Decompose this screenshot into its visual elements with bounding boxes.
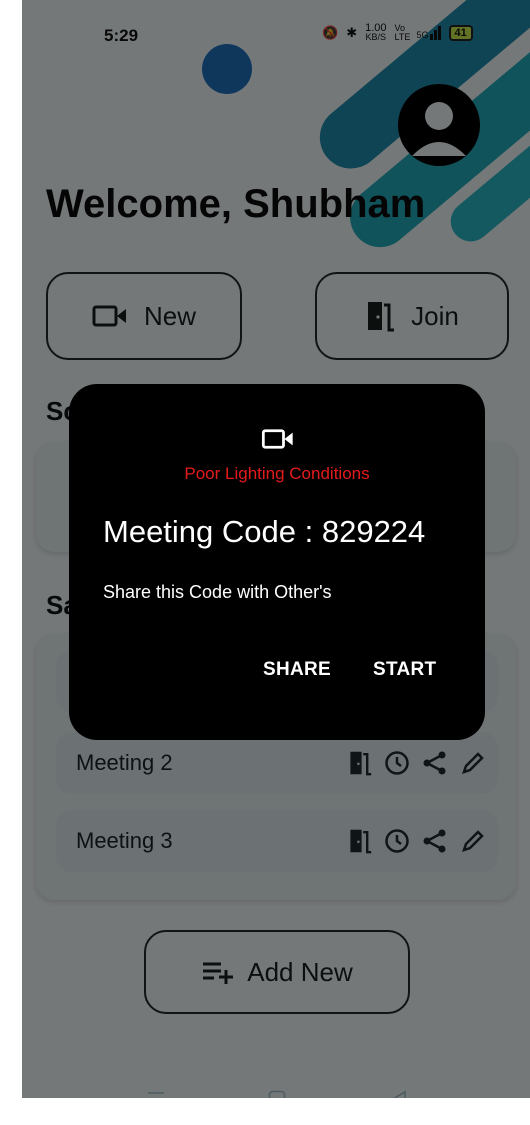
- meeting-code: Meeting Code : 829224: [103, 514, 426, 549]
- app-screen: 5:29 🔕 ✱ 1.00 KB/S Vo LTE 5G 41 Welcome,…: [22, 0, 530, 1098]
- share-hint: Share this Code with Other's: [103, 582, 332, 602]
- share-button[interactable]: SHARE: [263, 659, 331, 681]
- home-icon[interactable]: [268, 1090, 286, 1098]
- back-icon[interactable]: [390, 1090, 408, 1098]
- video-camera-icon: [261, 429, 293, 449]
- lighting-warning: Poor Lighting Conditions: [184, 464, 370, 483]
- menu-icon[interactable]: [147, 1090, 165, 1098]
- start-button[interactable]: START: [373, 659, 436, 681]
- system-nav-bar: [22, 1072, 530, 1098]
- meeting-code-dialog: Poor Lighting Conditions Meeting Code : …: [69, 384, 485, 740]
